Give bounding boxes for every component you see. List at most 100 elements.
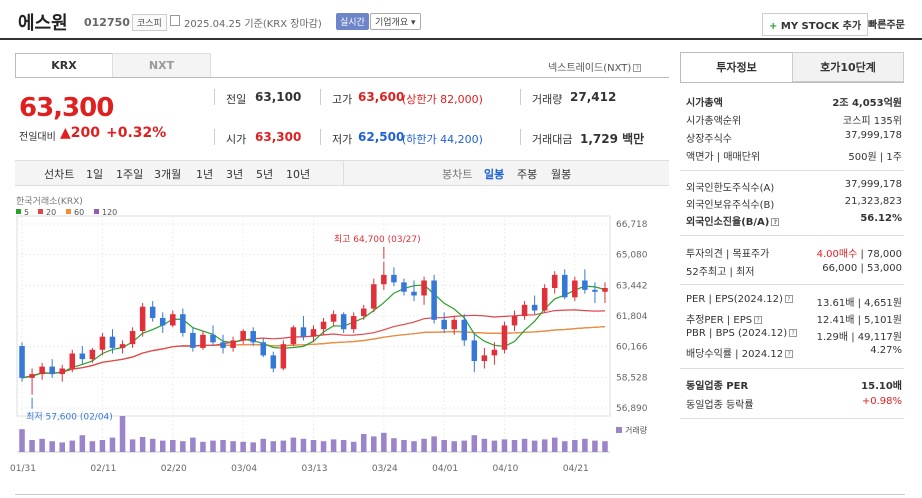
volume-bar <box>99 440 106 452</box>
help-icon[interactable]: ? <box>754 316 763 324</box>
tab-krx[interactable]: KRX <box>15 53 113 78</box>
candle-body <box>19 346 25 378</box>
company-name: 에스원 <box>18 13 68 34</box>
tab-order-book[interactable]: 호가10단계 <box>792 52 904 82</box>
volume-bar <box>190 437 196 452</box>
stock-chart[interactable]: 66,718 65,080 63,442 61,804 60,166 58,528 56,8… <box>0 190 680 490</box>
volume-bar <box>360 434 367 452</box>
volume-bar <box>200 441 206 452</box>
volume-bar <box>79 435 86 452</box>
add-mystock-button[interactable]: + MY STOCK 추가 <box>762 13 869 36</box>
candle-period-1[interactable]: 일봉 <box>484 166 504 182</box>
candle-body <box>250 331 256 343</box>
candle-body <box>521 304 528 317</box>
info-key: 배당수익률 | 2024.12? <box>686 345 794 360</box>
legend-label: 120 <box>102 208 117 217</box>
high-value: 63,600 <box>358 90 405 104</box>
volume-bar <box>421 438 427 452</box>
candle-body <box>501 325 508 350</box>
period-1[interactable]: 1일 <box>86 166 103 182</box>
x-tick-label: 03/13 <box>302 464 328 474</box>
candle-body <box>79 353 86 360</box>
info-row: 외국인보유주식수(B) 21,323,823 <box>686 196 902 212</box>
volume-bar <box>109 437 116 452</box>
period-4[interactable]: 1년 <box>196 166 213 182</box>
company-overview-dropdown[interactable]: 기업개요 ▾ <box>370 13 421 30</box>
volume-bar <box>39 438 45 452</box>
plus-icon: + <box>769 21 778 32</box>
volume-bar <box>170 440 176 452</box>
period-2[interactable]: 1주일 <box>116 166 143 182</box>
volume-bar <box>401 440 407 452</box>
info-value: 코스피 135위 <box>842 116 902 127</box>
candle-body <box>129 331 136 345</box>
volume-bar <box>49 441 55 452</box>
min-price-label: 최저 57,600 (02/04) <box>26 412 113 423</box>
section-divider <box>680 284 904 285</box>
volume-bar <box>451 441 457 452</box>
low-label: 저가 <box>332 133 353 146</box>
candle-body <box>350 316 357 330</box>
volume-bar <box>531 440 538 452</box>
period-6[interactable]: 5년 <box>256 166 273 182</box>
candle-body <box>99 336 106 350</box>
candle-period-2[interactable]: 주봉 <box>517 166 537 182</box>
volume-bar <box>551 437 558 452</box>
candle-body <box>562 274 568 298</box>
volume-bar <box>129 439 136 452</box>
volume-bar <box>180 441 186 452</box>
x-tick-label: 01/31 <box>10 464 36 474</box>
help-icon[interactable]: ? <box>784 295 793 303</box>
tab-nxt[interactable]: NXT <box>112 53 211 78</box>
info-row: PBR | BPS (2024.12)? 1.29배 | 49,117원 <box>686 328 902 344</box>
period-3[interactable]: 3개월 <box>154 166 181 182</box>
volume-bar <box>330 439 337 452</box>
candle-body <box>190 332 196 348</box>
tab-investment-info[interactable]: 투자정보 <box>680 52 793 82</box>
candle-body <box>592 289 598 292</box>
quick-order-link[interactable]: 빠른주문 <box>868 16 905 31</box>
open-value: 63,300 <box>255 130 302 144</box>
help-icon[interactable]: ? <box>633 64 642 72</box>
volume-bar <box>431 436 437 452</box>
candle-body <box>451 319 457 330</box>
divider <box>520 89 521 105</box>
help-icon[interactable]: ? <box>771 218 780 226</box>
volume-bar <box>310 440 317 452</box>
volume-value: 27,412 <box>570 90 617 104</box>
info-key: PBR | BPS (2024.12)? <box>686 328 798 339</box>
volume-bar <box>29 440 35 452</box>
volume-bar <box>562 441 568 452</box>
candle-body <box>401 282 407 292</box>
change-rate: +0.32% <box>106 125 167 141</box>
section-divider <box>680 235 904 236</box>
period-7[interactable]: 10년 <box>286 166 310 182</box>
x-tick-label: 02/20 <box>161 464 187 474</box>
divider <box>214 89 215 105</box>
volume-bar <box>541 439 548 452</box>
nextrade-link[interactable]: 넥스트레이드(NXT)? <box>548 59 642 74</box>
help-icon[interactable]: ? <box>785 350 794 358</box>
info-key: 52주최고 | 최저 <box>686 267 755 278</box>
candle-body <box>391 274 397 283</box>
divider <box>343 160 344 186</box>
upper-limit: (상한가 82,000) <box>402 93 483 106</box>
realtime-button[interactable]: 실시간 <box>336 13 369 30</box>
candle-body <box>240 331 246 341</box>
info-key: 투자의견 | 목표주가 <box>686 249 770 260</box>
candle-period-3[interactable]: 월봉 <box>551 166 571 182</box>
x-tick-label: 04/01 <box>432 464 458 474</box>
y-tick-label: 61,804 <box>616 312 648 322</box>
volume-bar <box>260 438 267 452</box>
candle-body <box>230 340 236 348</box>
nextrade-label: 넥스트레이드(NXT) <box>548 63 632 74</box>
info-row: 동일업종 PER 15.10배 <box>686 377 902 393</box>
volume-bar <box>491 440 498 452</box>
candle-body <box>59 368 65 375</box>
base-date: 2025.04.25 기준(KRX 장마감) <box>184 19 322 30</box>
candle-body <box>551 274 558 288</box>
period-5[interactable]: 3년 <box>226 166 243 182</box>
help-icon[interactable]: ? <box>789 329 798 337</box>
add-mystock-label: MY STOCK 추가 <box>780 21 862 32</box>
info-value: 56.12% <box>860 213 902 224</box>
